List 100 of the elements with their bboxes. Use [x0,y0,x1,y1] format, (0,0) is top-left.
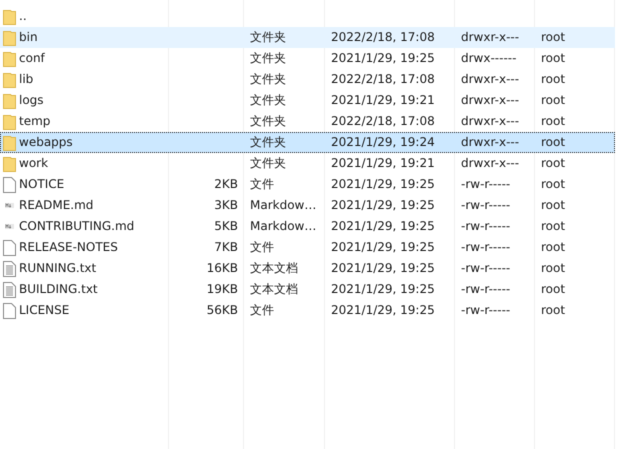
file-name: webapps [19,134,73,151]
permissions: -rw-r----- [460,302,512,319]
owner-name: root [540,155,566,172]
file-type: 文本文档 [249,281,299,298]
file-name: CONTRIBUTING.md [19,218,134,235]
folder-icon [3,114,16,130]
permissions: -rw-r----- [460,281,512,298]
permissions: -rw-r----- [460,260,512,277]
folder-icon [3,92,16,108]
file-type: 文件夹 [249,50,287,67]
file-row[interactable]: conf 文件夹 2021/1/29, 19:25 drwx------ root [0,48,615,69]
file-name: logs [19,92,44,109]
file-name: lib [19,71,34,88]
modified-date: 2021/1/29, 19:21 [330,92,436,109]
file-name: work [19,155,48,172]
modified-date: 2021/1/29, 19:25 [330,281,436,298]
owner-name: root [540,176,566,193]
file-row[interactable]: LICENSE 56KB 文件 2021/1/29, 19:25 -rw-r----- root [0,300,615,321]
file-row[interactable]: RELEASE-NOTES 7KB 文件 2021/1/29, 19:25 -rw-r----- root [0,237,615,258]
file-type: 文件夹 [249,134,287,151]
owner-name: root [540,281,566,298]
file-icon [3,240,16,256]
markdown-file-icon [5,203,14,208]
file-icon [3,176,16,192]
file-type: 文件夹 [249,155,287,172]
modified-date: 2021/1/29, 19:25 [330,218,436,235]
modified-date: 2021/1/29, 19:25 [330,176,436,193]
file-row[interactable]: BUILDING.txt 19KB 文本文档 2021/1/29, 19:25 -rw-r----- root [0,279,615,300]
file-row[interactable]: work 文件夹 2021/1/29, 19:21 drwxr-x--- root [0,153,615,174]
modified-date: 2022/2/18, 17:08 [330,29,436,46]
file-row[interactable]: RUNNING.txt 16KB 文本文档 2021/1/29, 19:25 -rw-r----- root [0,258,615,279]
modified-date: 2021/1/29, 19:25 [330,260,436,277]
modified-date: 2021/1/29, 19:24 [330,134,436,151]
file-size: 3KB [214,197,239,214]
owner-name: root [540,134,566,151]
file-name: README.md [19,197,94,214]
permissions: -rw-r----- [460,239,512,256]
file-type: Markdow… [249,218,318,235]
permissions: drwxr-x--- [460,155,520,172]
file-size: 7KB [214,239,239,256]
file-type: 文件 [249,239,275,256]
file-type: 文件 [249,176,275,193]
file-row[interactable]: .. [0,6,615,27]
owner-name: root [540,29,566,46]
permissions: drwx------ [460,50,518,67]
file-row[interactable]: NOTICE 2KB 文件 2021/1/29, 19:25 -rw-r----- root [0,174,615,195]
file-row[interactable]: lib 文件夹 2022/2/18, 17:08 drwxr-x--- root [0,69,615,90]
file-name: RUNNING.txt [19,260,96,277]
file-row[interactable]: README.md 3KB Markdow… 2021/1/29, 19:25 -rw-r----- root [0,195,615,216]
modified-date: 2022/2/18, 17:08 [330,71,436,88]
text-file-icon [3,282,16,298]
owner-name: root [540,239,566,256]
file-size: 5KB [214,218,239,235]
file-name: conf [19,50,45,67]
permissions: drwxr-x--- [460,134,520,151]
file-row[interactable]: temp 文件夹 2022/2/18, 17:08 drwxr-x--- root [0,111,615,132]
owner-name: root [540,197,566,214]
file-size: 19KB [206,281,239,298]
markdown-file-icon [5,224,14,229]
file-row[interactable]: bin 文件夹 2022/2/18, 17:08 drwxr-x--- root [0,27,615,48]
permissions: -rw-r----- [460,218,512,235]
file-name: BUILDING.txt [19,281,98,298]
file-icon [3,302,16,318]
file-name: bin [19,29,38,46]
folder-icon [3,134,16,150]
file-size: 2KB [214,176,239,193]
file-type: 文件 [249,302,275,319]
file-name: .. [19,8,27,25]
owner-name: root [540,71,566,88]
owner-name: root [540,113,566,130]
file-type: 文本文档 [249,260,299,277]
folder-icon [3,30,16,46]
file-type: 文件夹 [249,92,287,109]
permissions: drwxr-x--- [460,29,520,46]
modified-date: 2021/1/29, 19:25 [330,197,436,214]
permissions: -rw-r----- [460,197,512,214]
folder-icon [3,156,16,172]
modified-date: 2021/1/29, 19:25 [330,302,436,319]
owner-name: root [540,218,566,235]
modified-date: 2022/2/18, 17:08 [330,113,436,130]
owner-name: root [540,92,566,109]
folder-icon [3,8,16,24]
file-name: RELEASE-NOTES [19,239,118,256]
file-row[interactable]: logs 文件夹 2021/1/29, 19:21 drwxr-x--- root [0,90,615,111]
modified-date: 2021/1/29, 19:25 [330,50,436,67]
file-type: Markdow… [249,197,318,214]
modified-date: 2021/1/29, 19:21 [330,155,436,172]
permissions: drwxr-x--- [460,92,520,109]
folder-icon [3,50,16,66]
file-name: LICENSE [19,302,70,319]
file-name: temp [19,113,50,130]
permissions: -rw-r----- [460,176,512,193]
owner-name: root [540,302,566,319]
file-row[interactable]: webapps 文件夹 2021/1/29, 19:24 drwxr-x--- root [0,132,615,153]
file-type: 文件夹 [249,29,287,46]
file-row[interactable]: CONTRIBUTING.md 5KB Markdow… 2021/1/29, 19:25 -rw-r----- root [0,216,615,237]
owner-name: root [540,260,566,277]
file-size: 56KB [206,302,239,319]
file-type: 文件夹 [249,113,287,130]
folder-icon [3,72,16,88]
